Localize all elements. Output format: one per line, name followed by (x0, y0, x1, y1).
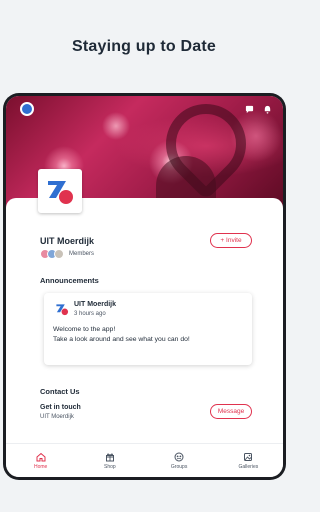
author-logo-icon (56, 304, 69, 316)
members-label: Members (69, 251, 95, 257)
tab-label: Galleries (238, 463, 259, 470)
chat-icon[interactable] (242, 102, 256, 116)
announcements-title: Announcements (40, 276, 99, 285)
announcement-body: Welcome to the app! Take a look around a… (53, 325, 190, 345)
get-in-touch-label: Get in touch (40, 404, 81, 411)
member-avatar (54, 249, 64, 259)
app-screen: UIT Moerdijk Members + Invite Announceme… (6, 96, 283, 477)
bell-icon[interactable] (260, 102, 274, 116)
shop-icon (105, 452, 114, 461)
user-avatar[interactable] (20, 102, 34, 116)
announcement-author: UIT Moerdijk (74, 301, 117, 308)
galleries-icon (244, 452, 253, 461)
message-button[interactable]: Message (210, 404, 252, 419)
org-logo (38, 169, 82, 213)
bottom-tab-bar: Home Shop Groups Galleries (6, 443, 283, 477)
tab-home[interactable]: Home (6, 444, 75, 477)
announcement-line: Welcome to the app! (53, 326, 116, 333)
org-name: UIT Moerdijk (40, 236, 95, 246)
page-headline: Staying up to Date (71, 38, 217, 55)
tab-label: Shop (104, 463, 116, 470)
contact-org-name: UIT Moerdijk (40, 414, 74, 420)
phone-frame: UIT Moerdijk Members + Invite Announceme… (3, 93, 286, 480)
announcement-line: Take a look around and see what you can … (53, 336, 190, 343)
tab-galleries[interactable]: Galleries (214, 444, 283, 477)
tab-shop[interactable]: Shop (75, 444, 144, 477)
announcement-time: 3 hours ago (74, 311, 106, 317)
home-icon (36, 452, 46, 461)
groups-icon (174, 452, 184, 461)
invite-button[interactable]: + Invite (210, 233, 252, 248)
tab-groups[interactable]: Groups (145, 444, 214, 477)
announcement-card[interactable]: UIT Moerdijk 3 hours ago Welcome to the … (44, 293, 252, 365)
tab-label: Groups (170, 463, 188, 470)
contact-title: Contact Us (40, 387, 80, 396)
members-summary[interactable]: Members (40, 249, 94, 259)
tab-label: Home (33, 463, 48, 470)
